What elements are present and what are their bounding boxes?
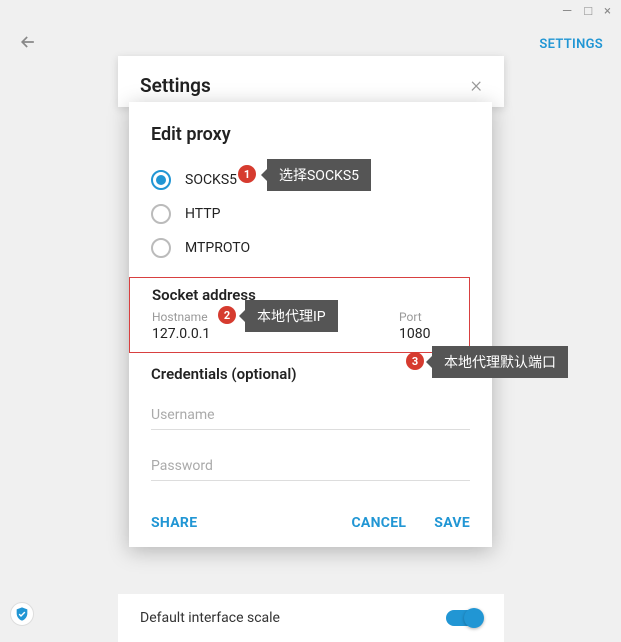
interface-scale-toggle[interactable]: [446, 610, 482, 626]
port-value: 1080: [399, 326, 459, 342]
shield-badge-icon[interactable]: [10, 602, 34, 626]
modal-title: Edit proxy: [151, 124, 470, 145]
settings-title: Settings: [140, 74, 211, 97]
protocol-option-http[interactable]: HTTP: [151, 197, 470, 231]
annotation-badge-3: 3: [406, 352, 424, 370]
radio-label: HTTP: [185, 206, 220, 222]
credentials-heading: Credentials (optional): [151, 365, 470, 383]
window-titlebar: — □ ×: [0, 0, 621, 22]
modal-actions: SHARE CANCEL SAVE: [129, 503, 492, 547]
radio-icon: [151, 204, 171, 224]
annotation-callout-2: 本地代理IP: [245, 300, 338, 332]
interface-scale-label: Default interface scale: [140, 610, 280, 626]
port-label: Port: [399, 310, 459, 324]
username-input[interactable]: [151, 401, 470, 430]
annotation-badge-2: 2: [218, 306, 236, 324]
port-field[interactable]: Port 1080: [399, 310, 459, 342]
radio-label: SOCKS5: [185, 172, 237, 188]
share-button[interactable]: SHARE: [151, 515, 197, 531]
annotation-callout-3: 本地代理默认端口: [432, 346, 568, 378]
window-minimize[interactable]: —: [562, 4, 572, 19]
annotation-callout-1: 选择SOCKS5: [267, 159, 371, 191]
radio-icon: [151, 170, 171, 190]
save-button[interactable]: SAVE: [434, 515, 470, 531]
radio-label: MTPROTO: [185, 240, 250, 256]
annotation-badge-1: 1: [238, 165, 256, 183]
back-arrow-icon[interactable]: [18, 32, 38, 57]
password-input[interactable]: [151, 452, 470, 481]
window-maximize[interactable]: □: [584, 3, 592, 19]
settings-link[interactable]: SETTINGS: [539, 37, 603, 52]
settings-panel: Settings ×: [118, 56, 504, 107]
protocol-option-mtproto[interactable]: MTPROTO: [151, 231, 470, 265]
cancel-button[interactable]: CANCEL: [351, 515, 406, 531]
close-icon[interactable]: ×: [470, 75, 482, 97]
radio-icon: [151, 238, 171, 258]
window-close[interactable]: ×: [604, 4, 611, 19]
